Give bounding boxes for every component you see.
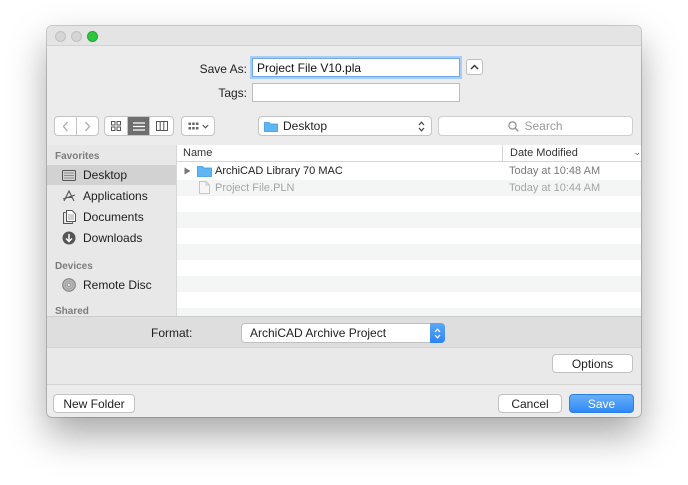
sidebar-item-downloads[interactable]: Downloads bbox=[47, 228, 176, 248]
location-label: Desktop bbox=[283, 119, 328, 133]
desktop-icon bbox=[62, 168, 76, 182]
column-header-date-modified[interactable]: Date Modified bbox=[510, 147, 578, 159]
file-row-folder[interactable]: ArchiCAD Library 70 MAC Today at 10:48 A… bbox=[177, 163, 641, 179]
forward-button[interactable] bbox=[77, 117, 98, 135]
sidebar-item-desktop[interactable]: Desktop bbox=[47, 165, 176, 185]
back-button[interactable] bbox=[55, 117, 77, 135]
sidebar-item-label: Applications bbox=[83, 189, 148, 203]
sidebar-heading-devices: Devices bbox=[55, 261, 93, 272]
icon-view-button[interactable] bbox=[105, 117, 128, 135]
empty-row bbox=[177, 212, 641, 228]
list-lines-icon bbox=[132, 121, 145, 131]
empty-row bbox=[177, 196, 641, 212]
empty-row bbox=[177, 260, 641, 276]
sidebar-item-remote-disc[interactable]: Remote Disc bbox=[47, 275, 176, 295]
file-row-document: Project File.PLN Today at 10:44 AM bbox=[177, 180, 641, 196]
close-window-button[interactable] bbox=[55, 31, 66, 42]
location-popup[interactable]: Desktop bbox=[258, 116, 432, 136]
format-popup[interactable]: ArchiCAD Archive Project bbox=[241, 323, 445, 343]
search-placeholder: Search bbox=[524, 119, 563, 133]
options-button[interactable]: Options bbox=[552, 354, 633, 373]
title-bar bbox=[47, 26, 641, 46]
sidebar-item-label: Remote Disc bbox=[83, 278, 152, 292]
save-as-label: Save As: bbox=[199, 62, 247, 76]
sidebar-heading-shared: Shared bbox=[55, 306, 89, 316]
folder-icon bbox=[264, 121, 278, 132]
search-field[interactable]: Search bbox=[438, 116, 633, 136]
sidebar-item-label: Downloads bbox=[83, 231, 143, 245]
format-label: Format: bbox=[151, 326, 193, 340]
chevron-left-icon bbox=[62, 121, 68, 131]
empty-row bbox=[177, 244, 641, 260]
empty-row bbox=[177, 292, 641, 308]
chevron-down-icon bbox=[201, 124, 209, 129]
file-name: ArchiCAD Library 70 MAC bbox=[215, 165, 343, 177]
disc-icon bbox=[62, 278, 76, 292]
sidebar-item-documents[interactable]: Documents bbox=[47, 207, 176, 227]
sidebar-item-applications[interactable]: Applications bbox=[47, 186, 176, 206]
chevron-up-icon bbox=[470, 64, 479, 70]
updown-arrows-icon bbox=[434, 327, 441, 339]
sidebar-item-label: Desktop bbox=[83, 168, 128, 182]
format-bar: Format: ArchiCAD Archive Project bbox=[47, 316, 641, 347]
group-by-popup[interactable] bbox=[181, 116, 215, 136]
folder-icon bbox=[197, 166, 212, 177]
columns-icon bbox=[155, 121, 168, 131]
file-date: Today at 10:48 AM bbox=[509, 165, 601, 177]
column-header-name[interactable]: Name bbox=[183, 147, 212, 159]
options-area: Options bbox=[47, 347, 641, 385]
new-folder-button[interactable]: New Folder bbox=[53, 394, 135, 413]
minimize-window-button[interactable] bbox=[71, 31, 82, 42]
sidebar: Favorites Desktop Applications Documents… bbox=[47, 145, 177, 316]
view-mode-control bbox=[104, 116, 174, 136]
save-dialog: Save As: Project File V10.pla Tags: Desk… bbox=[47, 26, 641, 417]
column-view-button[interactable] bbox=[150, 117, 173, 135]
search-icon bbox=[508, 120, 520, 132]
column-divider[interactable] bbox=[502, 145, 503, 162]
chevron-right-icon bbox=[84, 121, 91, 131]
documents-icon bbox=[62, 210, 76, 224]
sidebar-heading-favorites: Favorites bbox=[55, 151, 100, 162]
document-icon bbox=[199, 181, 210, 194]
format-selected: ArchiCAD Archive Project bbox=[250, 326, 387, 340]
format-popup-arrow[interactable] bbox=[430, 323, 445, 343]
sort-chevron-icon: ⌄ bbox=[633, 147, 641, 157]
tags-label: Tags: bbox=[218, 86, 247, 100]
disclosure-triangle-icon[interactable] bbox=[184, 167, 191, 175]
cancel-button[interactable]: Cancel bbox=[498, 394, 562, 413]
back-forward-control bbox=[54, 116, 99, 136]
list-view-button[interactable] bbox=[127, 117, 151, 135]
sidebar-item-label: Documents bbox=[83, 210, 144, 224]
file-date: Today at 10:44 AM bbox=[509, 182, 601, 194]
grid-group-icon bbox=[188, 122, 198, 129]
downloads-icon bbox=[62, 231, 76, 245]
icon-grid-icon bbox=[110, 121, 121, 131]
zoom-window-button[interactable] bbox=[87, 31, 98, 42]
list-header: Name Date Modified ⌄ bbox=[177, 145, 641, 162]
save-button[interactable]: Save bbox=[569, 394, 634, 413]
empty-row bbox=[177, 276, 641, 292]
empty-row bbox=[177, 308, 641, 316]
applications-icon bbox=[62, 189, 76, 203]
save-as-field[interactable]: Project File V10.pla bbox=[252, 58, 460, 77]
tags-field[interactable] bbox=[252, 83, 460, 102]
empty-row bbox=[177, 228, 641, 244]
file-list: Name Date Modified ⌄ ArchiCAD Library 70… bbox=[177, 145, 641, 316]
updown-arrows-icon bbox=[418, 121, 425, 132]
expand-dialog-button[interactable] bbox=[466, 59, 483, 75]
file-name: Project File.PLN bbox=[215, 182, 295, 194]
